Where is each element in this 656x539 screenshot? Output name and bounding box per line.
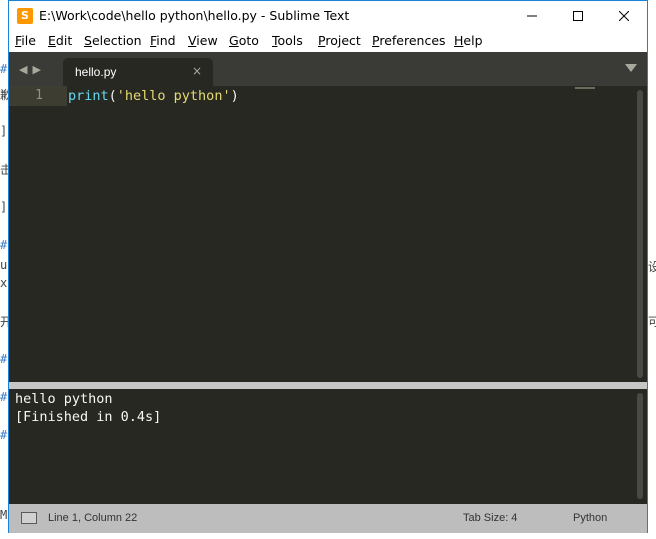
line-number: 1 [35, 88, 43, 103]
minimize-icon [527, 15, 537, 17]
bg-mark: # [0, 352, 8, 366]
code-paren-close: ) [230, 88, 239, 104]
menu-file[interactable]: File [15, 33, 36, 48]
console-panel-icon[interactable] [21, 512, 37, 524]
sublime-app-icon: S [17, 8, 33, 24]
code-function: print [68, 88, 109, 104]
output-line: [Finished in 0.4s] [15, 409, 162, 425]
close-icon [619, 11, 629, 21]
minimize-button[interactable] [509, 1, 555, 31]
bg-mark: x [0, 276, 8, 290]
code-editor[interactable]: 1 print('hello python') [9, 86, 647, 382]
title-bar[interactable]: S E:\Work\code\hello python\hello.py - S… [9, 1, 647, 31]
window-title: E:\Work\code\hello python\hello.py - Sub… [39, 8, 350, 23]
build-output-panel[interactable]: hello python [Finished in 0.4s] [9, 389, 647, 504]
status-bar: Line 1, Column 22 Tab Size: 4 Python [9, 504, 647, 533]
line-gutter: 1 [9, 86, 67, 382]
tab-nav-arrows-icon[interactable]: ◀▶ [19, 63, 46, 76]
code-paren-open: ( [108, 88, 117, 104]
bg-mark: 设 [648, 260, 656, 274]
menu-tools[interactable]: Tools [272, 33, 303, 48]
menu-goto[interactable]: Goto [229, 33, 259, 48]
tab-size-indicator[interactable]: Tab Size: 4 [463, 512, 517, 524]
close-button[interactable] [601, 1, 647, 31]
bg-mark: # [0, 238, 8, 252]
bg-mark: # [0, 62, 8, 76]
menu-selection[interactable]: Selection [84, 33, 142, 48]
output-line: hello python [15, 391, 113, 407]
tab-hello-py[interactable]: hello.py × [63, 58, 213, 86]
cursor-position: Line 1, Column 22 [48, 512, 138, 524]
sublime-window: S E:\Work\code\hello python\hello.py - S… [8, 0, 648, 533]
syntax-indicator[interactable]: Python [573, 512, 607, 524]
bg-mark: M [0, 508, 8, 522]
tab-close-icon[interactable]: × [192, 64, 202, 78]
tab-dropdown-icon[interactable] [625, 64, 637, 72]
bg-mark: 可 [648, 315, 656, 329]
menu-preferences[interactable]: Preferences [372, 33, 446, 48]
minimap[interactable] [575, 87, 595, 89]
panel-splitter[interactable] [9, 382, 647, 389]
tab-bar: ◀▶ hello.py × [9, 52, 647, 86]
bg-mark: # [0, 428, 8, 442]
menu-project[interactable]: Project [318, 33, 361, 48]
menu-view[interactable]: View [188, 33, 218, 48]
menu-find[interactable]: Find [150, 33, 176, 48]
tab-label: hello.py [75, 65, 117, 79]
menu-bar: File Edit Selection Find View Goto Tools… [9, 31, 647, 52]
maximize-icon [573, 11, 583, 21]
bg-mark: u [0, 258, 8, 272]
menu-help[interactable]: Help [454, 33, 483, 48]
bg-mark: # [0, 390, 8, 404]
code-line[interactable]: print('hello python') [68, 88, 239, 104]
bg-mark: ] [0, 200, 8, 214]
code-string: 'hello python' [116, 88, 231, 104]
output-scrollbar[interactable] [637, 393, 643, 499]
editor-scrollbar[interactable] [637, 90, 643, 378]
menu-edit[interactable]: Edit [48, 33, 72, 48]
bg-mark: ] [0, 124, 8, 138]
maximize-button[interactable] [555, 1, 601, 31]
